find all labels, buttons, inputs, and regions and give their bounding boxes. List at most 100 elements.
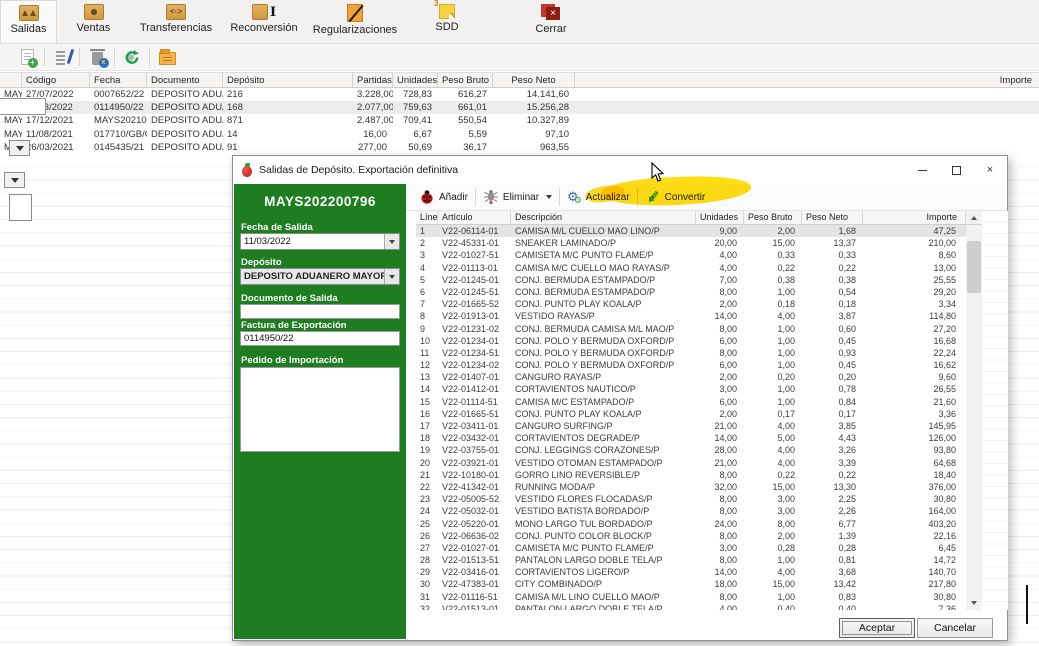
factura-exportacion-input[interactable] bbox=[240, 331, 400, 346]
column-header-documento[interactable]: Documento bbox=[147, 73, 223, 87]
column-header-importe[interactable]: Importe bbox=[863, 211, 966, 224]
table-row[interactable]: 23V22-05005-52VESTIDO FLORES FLOCADAS/P8… bbox=[416, 493, 966, 505]
table-cell: 126,00 bbox=[863, 432, 966, 444]
tab-reconversion[interactable]: I Reconversión bbox=[222, 0, 306, 43]
table-row[interactable]: MAYS20220179627/07/20220007652/22DEPOSIT… bbox=[0, 88, 1039, 101]
table-row[interactable]: 27V22-01027-01CAMISETA M/C PUNTO FLAME/P… bbox=[416, 542, 966, 554]
table-row[interactable]: MAYS20210279617/12/2021MAYS202102796DEPO… bbox=[0, 114, 1039, 127]
maximize-button[interactable] bbox=[939, 156, 973, 184]
tab-cerrar[interactable]: × Cerrar bbox=[516, 0, 586, 43]
table-row[interactable]: 11V22-01234-51CONJ. POLO Y BERMUDA OXFOR… bbox=[416, 347, 966, 359]
table-row[interactable]: 4V22-01113-01CAMISA M/C CUELLO MAO RAYAS… bbox=[416, 262, 966, 274]
tab-salidas[interactable]: Salidas bbox=[0, 0, 57, 43]
column-header-peso-neto[interactable]: Peso Neto bbox=[493, 73, 575, 87]
table-row[interactable]: 14V22-01412-01CORTAVIENTOS NAUTICO/P3,00… bbox=[416, 383, 966, 395]
table-cell: 3,00 bbox=[696, 383, 744, 395]
table-row[interactable]: 8V22-01913-01VESTIDO RAYAS/P14,004,003,8… bbox=[416, 310, 966, 322]
table-row[interactable]: 1V22-06114-01CAMISA M/L CUELLO MAO LINO/… bbox=[416, 225, 966, 237]
table-row[interactable]: MAYS20210179611/08/2021017710/GB/G1DEPOS… bbox=[0, 128, 1039, 141]
scrollbar-thumb[interactable] bbox=[967, 241, 981, 293]
table-row[interactable]: 31V22-01116-51CAMISA M/L LINO CUELLO MAO… bbox=[416, 591, 966, 603]
table-row[interactable]: 3V22-01027-51CAMISETA M/C PUNTO FLAME/P4… bbox=[416, 249, 966, 261]
tab-regularizaciones[interactable]: Regularizaciones bbox=[306, 0, 404, 43]
table-row[interactable]: 15V22-01114-51CAMISA M/C ESTAMPADO/P6,00… bbox=[416, 396, 966, 408]
column-header-deposito[interactable]: Depósito bbox=[223, 73, 353, 87]
table-row[interactable]: 26V22-06636-02CONJ. PUNTO COLOR BLOCK/P8… bbox=[416, 530, 966, 542]
scroll-down-button[interactable] bbox=[966, 595, 982, 610]
table-row[interactable]: 25V22-05220-01MONO LARGO TUL BORDADO/P24… bbox=[416, 518, 966, 530]
table-row[interactable]: 20V22-03921-01VESTIDO OTOMAN ESTAMPADO/P… bbox=[416, 457, 966, 469]
documento-salida-input[interactable] bbox=[240, 304, 400, 319]
column-header-peso-neto[interactable]: Peso Neto bbox=[802, 211, 863, 224]
table-row[interactable]: 21V22-10180-01GORRO LINO REVERSIBLE/P8,0… bbox=[416, 469, 966, 481]
column-header-fecha[interactable]: Fecha bbox=[90, 73, 147, 87]
column-header-linea[interactable]: Línea bbox=[416, 211, 438, 224]
cancel-button[interactable]: Cancelar bbox=[917, 618, 993, 638]
column-header-partidas[interactable]: Partidas bbox=[353, 73, 393, 87]
chevron-down-icon[interactable] bbox=[384, 269, 399, 284]
table-row[interactable]: MAYS20210079626/03/20210145435/21DEPOSIT… bbox=[0, 141, 1039, 154]
table-cell: V22-05005-52 bbox=[438, 493, 511, 505]
secondary-toolbar: + x bbox=[0, 44, 1039, 71]
dropdown-button-fragment[interactable] bbox=[9, 140, 30, 156]
column-header-unidades[interactable]: Unidades bbox=[696, 211, 744, 224]
table-row[interactable]: MAYS20220079611/03/20220114950/22DEPOSIT… bbox=[0, 101, 1039, 114]
table-row[interactable]: 6V22-01245-51CONJ. BERMUDA ESTAMPADO/P8,… bbox=[416, 286, 966, 298]
close-button[interactable]: × bbox=[973, 156, 1007, 184]
edit-record-button[interactable] bbox=[49, 46, 75, 68]
deposito-combo[interactable]: DEPOSITO ADUANERO MAYOR bbox=[240, 268, 400, 285]
vertical-scrollbar[interactable] bbox=[966, 225, 982, 610]
table-row[interactable]: 9V22-01231-02CONJ. BERMUDA CAMISA M/L MA… bbox=[416, 323, 966, 335]
column-header-unidades[interactable]: Unidades bbox=[393, 73, 438, 87]
dialog-titlebar[interactable]: Salidas de Depósito. Exportación definit… bbox=[233, 156, 1007, 184]
accept-button[interactable]: Aceptar bbox=[839, 618, 915, 638]
table-row[interactable]: 13V22-01407-01CANGURO RAYAS/P2,000,200,2… bbox=[416, 371, 966, 383]
column-header-codigo[interactable]: Código bbox=[22, 73, 90, 87]
table-row[interactable]: 18V22-03432-01CORTAVIENTOS DEGRADE/P14,0… bbox=[416, 432, 966, 444]
reconversion-box-icon: I bbox=[252, 4, 276, 20]
dropdown-button-fragment[interactable] bbox=[4, 172, 25, 188]
fecha-salida-combo[interactable]: 11/03/2022 bbox=[240, 233, 400, 250]
scroll-up-button[interactable] bbox=[966, 211, 982, 224]
tab-ventas[interactable]: Ventas bbox=[57, 0, 130, 43]
table-row[interactable]: 17V22-03411-01CANGURO SURFING/P21,004,00… bbox=[416, 420, 966, 432]
table-row[interactable]: 24V22-05032-01VESTIDO BATISTA BORDADO/P8… bbox=[416, 505, 966, 517]
table-row[interactable]: 19V22-03755-01CONJ. LEGGINGS CORAZONES/P… bbox=[416, 444, 966, 456]
column-header-peso-bruto[interactable]: Peso Bruto bbox=[438, 73, 493, 87]
delete-menu-button[interactable]: Eliminar bbox=[476, 186, 559, 208]
table-row[interactable]: 2V22-45331-01SNEAKER LAMINADO/P20,0015,0… bbox=[416, 237, 966, 249]
archive-button[interactable] bbox=[154, 46, 180, 68]
delete-record-button[interactable]: x bbox=[84, 46, 110, 68]
main-grid-header: Código Fecha Documento Depósito Partidas… bbox=[0, 72, 1039, 88]
table-row[interactable]: 30V22-47383-01CITY COMBINADO/P18,0015,00… bbox=[416, 578, 966, 590]
chevron-down-icon[interactable] bbox=[384, 234, 399, 249]
table-row[interactable]: 10V22-01234-01CONJ. POLO Y BERMUDA OXFOR… bbox=[416, 335, 966, 347]
column-header-articulo[interactable]: Artículo bbox=[438, 211, 511, 224]
table-cell: 661,01 bbox=[438, 101, 493, 114]
table-row[interactable]: 12V22-01234-02CONJ. POLO Y BERMUDA OXFOR… bbox=[416, 359, 966, 371]
table-cell: 2.487,00 bbox=[353, 114, 393, 127]
table-row[interactable]: 28V22-01513-51PANTALON LARGO DOBLE TELA/… bbox=[416, 554, 966, 566]
table-row[interactable]: 16V22-01665-51CONJ. PUNTO PLAY KOALA/P2,… bbox=[416, 408, 966, 420]
table-row[interactable]: 5V22-01245-01CONJ. BERMUDA ESTAMPADO/P7,… bbox=[416, 274, 966, 286]
table-cell: 9,00 bbox=[696, 225, 744, 237]
refresh-button[interactable] bbox=[119, 46, 145, 68]
table-row[interactable]: 7V22-01665-52CONJ. PUNTO PLAY KOALA/P2,0… bbox=[416, 298, 966, 310]
add-button[interactable]: Añadir bbox=[412, 186, 475, 208]
table-cell: 709,41 bbox=[393, 114, 438, 127]
column-header-importe[interactable]: Importe bbox=[575, 73, 1039, 87]
new-record-button[interactable]: + bbox=[14, 46, 40, 68]
table-row[interactable]: 29V22-03416-01CORTAVIENTOS LIGERO/P14,00… bbox=[416, 566, 966, 578]
tab-sdd[interactable]: 3 SDD bbox=[412, 0, 482, 43]
table-cell: CAMISETA M/C PUNTO FLAME/P bbox=[511, 542, 696, 554]
tab-transferencias[interactable]: <·> Transferencias bbox=[130, 0, 222, 43]
chevron-down-icon bbox=[546, 195, 552, 199]
column-header-peso-bruto[interactable]: Peso Bruto bbox=[744, 211, 802, 224]
minimize-button[interactable] bbox=[905, 156, 939, 184]
table-cell: VESTIDO FLORES FLOCADAS/P bbox=[511, 493, 696, 505]
column-header-descripcion[interactable]: Descripción bbox=[511, 211, 696, 224]
table-row[interactable]: 22V22-41342-01RUNNING MODA/P32,0015,0013… bbox=[416, 481, 966, 493]
table-cell: CAMISA M/C CUELLO MAO RAYAS/P bbox=[511, 262, 696, 274]
table-row[interactable]: 32V22-01513-01PANTALON LARGO DOBLE TELA/… bbox=[416, 603, 966, 610]
pedido-importacion-textarea[interactable] bbox=[240, 367, 400, 452]
